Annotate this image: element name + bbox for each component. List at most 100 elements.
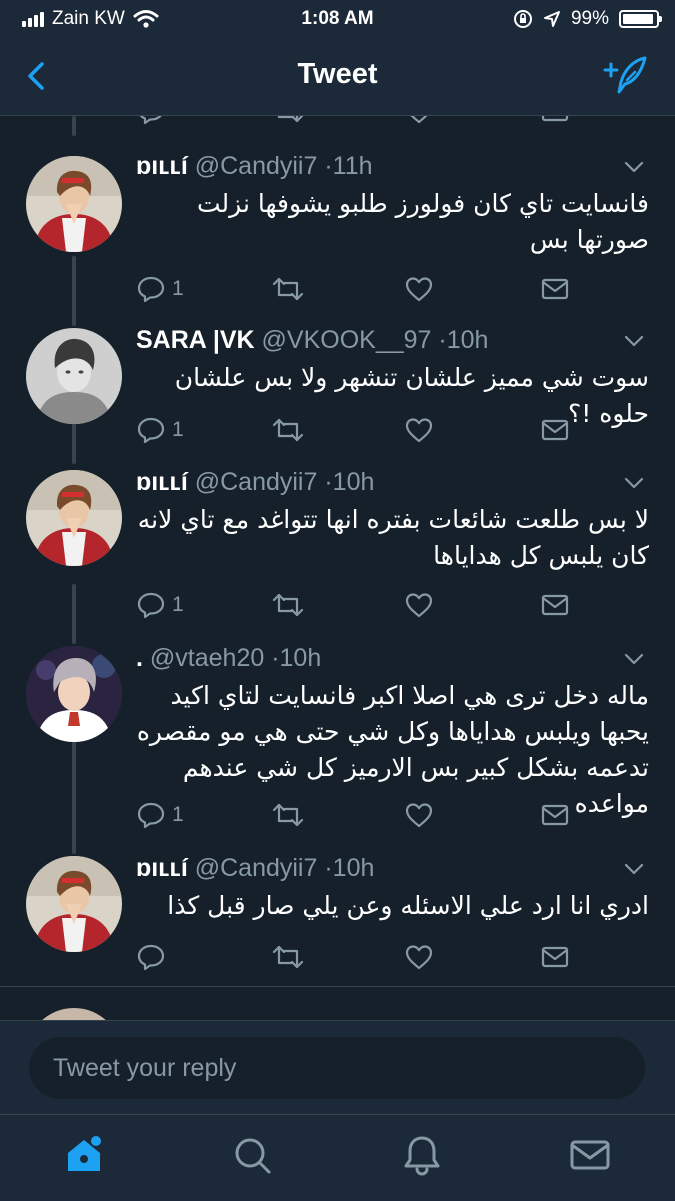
conversation-thread[interactable]: ɒıʟʟí @Candyii7 ·11h فانسايت تاي كان فول…	[0, 116, 675, 1020]
handle[interactable]: @Candyii7	[195, 468, 318, 496]
heart-icon	[405, 803, 433, 828]
display-name[interactable]: ɒıʟʟí	[136, 468, 188, 496]
timestamp[interactable]: 11h	[333, 152, 373, 180]
avatar-image	[26, 856, 122, 952]
reply-button[interactable]	[136, 940, 172, 974]
timestamp[interactable]: 10h	[280, 644, 322, 672]
action-row	[136, 116, 596, 128]
thread-connector	[72, 730, 76, 854]
handle[interactable]: @Candyii7	[195, 152, 318, 180]
reply-bar: Tweet your reply	[0, 1020, 675, 1115]
display-name[interactable]: ɒıʟʟí	[136, 152, 188, 180]
retweet-button[interactable]	[272, 413, 304, 447]
reply-button[interactable]: 1	[136, 798, 184, 832]
tweet-header: SARA |VK @VKOOK__97 ·10h	[136, 326, 615, 355]
meta-separator: ·	[324, 854, 333, 882]
chevron-down-icon[interactable]	[623, 652, 645, 666]
avatar[interactable]	[26, 646, 122, 742]
tweet-header: ɒıʟʟí @Candyii7 ·10h	[136, 468, 615, 497]
retweet-icon	[272, 803, 304, 827]
avatar-image	[26, 646, 122, 742]
action-row: 1	[136, 798, 596, 832]
action-row: 1	[136, 588, 596, 622]
retweet-button[interactable]	[272, 940, 304, 974]
retweet-button[interactable]	[272, 588, 304, 622]
like-button[interactable]	[404, 940, 434, 974]
tweet-text: فانسايت تاي كان فولورز طلبو يشوفها نزلت …	[196, 189, 649, 254]
retweet-button[interactable]	[272, 798, 304, 832]
thread-connector	[72, 116, 76, 136]
tweet-header: . @vtaeh20 ·10h	[136, 644, 615, 673]
retweet-icon	[272, 945, 304, 969]
mail-icon	[541, 116, 569, 122]
thread-connector	[72, 584, 76, 644]
search-icon[interactable]	[230, 1133, 274, 1177]
reply-button[interactable]	[136, 116, 166, 128]
like-button[interactable]	[404, 413, 434, 447]
share-button[interactable]	[540, 116, 570, 128]
avatar[interactable]	[26, 156, 122, 252]
heart-icon	[405, 277, 433, 302]
retweet-icon	[272, 418, 304, 442]
reply-icon	[137, 944, 165, 971]
share-button[interactable]	[540, 798, 570, 832]
timestamp[interactable]: 10h	[447, 326, 489, 354]
reply-count: 1	[172, 418, 184, 441]
avatar[interactable]	[26, 856, 122, 952]
heart-icon	[410, 116, 428, 124]
like-button[interactable]	[404, 272, 434, 306]
avatar-image	[26, 156, 122, 252]
avatar[interactable]	[26, 328, 122, 424]
meta-separator: ·	[324, 468, 333, 496]
meta-separator: ·	[324, 152, 333, 180]
reply-count: 1	[172, 593, 184, 616]
meta-separator: ·	[271, 644, 280, 672]
reply-button[interactable]: 1	[136, 588, 184, 622]
tweet-header: ɒıʟʟí @Candyii7 ·11h	[136, 152, 615, 181]
battery-percent: 99%	[570, 8, 609, 29]
messages-icon[interactable]	[568, 1133, 612, 1177]
status-right: 99%	[513, 8, 662, 30]
heart-icon	[405, 945, 433, 970]
home-icon[interactable]	[62, 1133, 106, 1177]
chevron-down-icon[interactable]	[623, 862, 645, 876]
reply-button[interactable]: 1	[136, 272, 184, 306]
chevron-down-icon[interactable]	[623, 160, 645, 174]
tab-bar	[0, 1114, 675, 1201]
avatar[interactable]	[26, 1008, 122, 1020]
timestamp[interactable]: 10h	[333, 468, 375, 496]
thread-connector	[72, 256, 76, 326]
share-button[interactable]	[540, 588, 570, 622]
mail-icon	[541, 946, 569, 968]
like-button[interactable]	[404, 798, 434, 832]
handle[interactable]: @Candyii7	[195, 854, 318, 882]
display-name[interactable]: ɒıʟʟí	[136, 854, 188, 882]
retweet-button[interactable]	[272, 272, 304, 306]
heart-icon	[405, 418, 433, 443]
divider	[0, 986, 675, 987]
action-row	[136, 940, 596, 974]
share-button[interactable]	[540, 940, 570, 974]
handle[interactable]: @vtaeh20	[150, 644, 264, 672]
share-button[interactable]	[540, 413, 570, 447]
tweet-text: لا بس طلعت شائعات بفتره انها تتواغد مع ت…	[137, 505, 649, 570]
mail-icon	[541, 419, 569, 441]
chevron-down-icon[interactable]	[623, 334, 645, 348]
retweet-button[interactable]	[272, 116, 304, 128]
notifications-icon[interactable]	[400, 1133, 444, 1177]
handle[interactable]: @VKOOK__97	[262, 326, 432, 354]
reply-input[interactable]: Tweet your reply	[29, 1037, 645, 1099]
display-name[interactable]: SARA |VK	[136, 326, 255, 354]
avatar[interactable]	[26, 470, 122, 566]
like-button[interactable]	[404, 588, 434, 622]
mail-icon	[541, 804, 569, 826]
reply-button[interactable]: 1	[136, 413, 184, 447]
reply-count: 1	[172, 277, 184, 300]
display-name[interactable]: .	[136, 644, 143, 672]
tweet-text: ادري انا ارد علي الاسئله وعن يلي صار قبل…	[167, 891, 649, 920]
like-button[interactable]	[404, 116, 434, 128]
share-button[interactable]	[540, 272, 570, 306]
timestamp[interactable]: 10h	[333, 854, 375, 882]
chevron-down-icon[interactable]	[623, 476, 645, 490]
compose-tweet-icon[interactable]	[599, 52, 653, 98]
